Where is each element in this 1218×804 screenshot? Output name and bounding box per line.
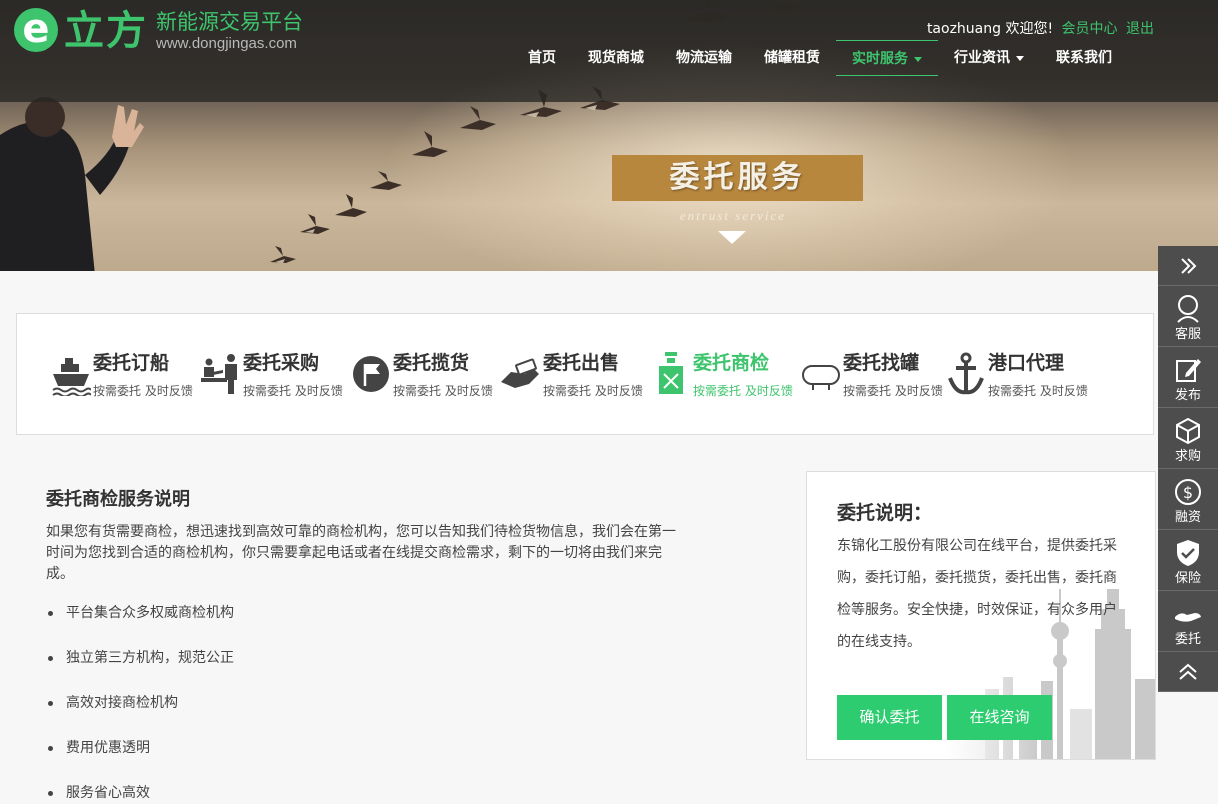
- nav-item-industry-news[interactable]: 行业资讯: [938, 40, 1040, 76]
- toolbar-label: 发布: [1174, 388, 1201, 403]
- service-desc: 按需委托 及时反馈: [93, 384, 193, 398]
- logo-name: 立方: [64, 8, 148, 54]
- shield-check-icon: [1177, 540, 1199, 566]
- down-arrow-icon: [718, 231, 746, 244]
- section-intro: 如果您有货需要商检，想迅速找到高效可靠的商检机构，您可以告知我们待检货物信息，我…: [46, 524, 676, 582]
- card-body: 东锦化工股份有限公司在线平台，提供委托采购，委托订船，委托揽货，委托出售，委托商…: [837, 538, 1117, 650]
- collapse-icon: [1181, 258, 1197, 274]
- nav-item-logistics[interactable]: 物流运输: [660, 40, 748, 76]
- logo-url: www.dongjingas.com: [156, 35, 297, 52]
- nav-item-realtime-service[interactable]: 实时服务: [836, 40, 938, 76]
- tank-icon: [802, 365, 840, 390]
- service-tab-port-agency[interactable]: 港口代理 按需委托 及时反馈: [946, 348, 1106, 408]
- list-item: 独立第三方机构，规范公正: [46, 648, 234, 693]
- confirm-entrust-button[interactable]: 确认委托: [837, 695, 942, 740]
- anchor-icon: [948, 352, 984, 395]
- username: taozhuang: [926, 21, 1002, 37]
- service-desc: 按需委托 及时反馈: [243, 384, 343, 398]
- list-item: 高效对接商检机构: [46, 693, 234, 738]
- nav-item-contact[interactable]: 联系我们: [1040, 40, 1128, 76]
- nav-item-spot-mall[interactable]: 现货商城: [572, 40, 660, 76]
- entrust-info-card: 委托说明： 东锦化工股份有限公司在线平台，提供委托采购，委托订船，委托揽货，委托…: [806, 471, 1156, 760]
- svg-text:$: $: [1183, 483, 1193, 502]
- service-name: 港口代理: [988, 352, 1065, 374]
- list-item: 服务省心高效: [46, 783, 234, 804]
- banner-subtitle: entrust service: [679, 208, 787, 223]
- service-tabs: 委托订船 按需委托 及时反馈 委托采购 按需委托 及时反馈 委托揽货 按需委托 …: [16, 313, 1154, 435]
- nav-item-tank-leasing[interactable]: 储罐租赁: [748, 40, 836, 76]
- service-tab-find-tank[interactable]: 委托找罐 按需委托 及时反馈: [801, 348, 951, 408]
- floating-toolbar: 客服 发布 求购 $ 融资 保险 委托: [1158, 246, 1218, 692]
- toolbar-entrust[interactable]: 委托: [1158, 591, 1218, 652]
- nav-label: 实时服务: [852, 51, 908, 67]
- toolbar-purchase-request[interactable]: 求购: [1158, 408, 1218, 469]
- service-tab-inspection[interactable]: 委托商检 按需委托 及时反馈: [651, 348, 801, 408]
- toolbar-label: 委托: [1174, 632, 1201, 647]
- service-desc: 按需委托 及时反馈: [393, 384, 493, 398]
- hero-banner: e 立方 新能源交易平台 www.dongjingas.com taozhuan…: [0, 0, 1218, 271]
- logo-tagline: 新能源交易平台: [156, 10, 303, 34]
- list-item: 费用优惠透明: [46, 738, 234, 783]
- service-desc: 按需委托 及时反馈: [843, 384, 943, 398]
- toolbar-label: 保险: [1174, 571, 1201, 586]
- inspection-icon: [659, 352, 683, 394]
- list-item: 平台集合众多权威商检机构: [46, 603, 234, 648]
- toolbar-insurance[interactable]: 保险: [1158, 530, 1218, 591]
- section-title: 委托商检服务说明: [46, 489, 190, 510]
- service-name: 委托找罐: [843, 352, 920, 374]
- sale-icon: [501, 358, 539, 388]
- nav-label: 物流运输: [676, 50, 732, 66]
- back-to-top-button[interactable]: [1158, 652, 1218, 692]
- feature-list: 平台集合众多权威商检机构 独立第三方机构，规范公正 高效对接商检机构 费用优惠透…: [46, 603, 234, 804]
- toolbar-collapse-button[interactable]: [1158, 246, 1218, 286]
- member-center-link[interactable]: 会员中心: [1062, 21, 1118, 37]
- service-name: 委托出售: [543, 352, 620, 374]
- service-tab-purchase[interactable]: 委托采购 按需委托 及时反馈: [201, 348, 351, 408]
- nav-item-home[interactable]: 首页: [512, 40, 572, 76]
- chevron-down-icon: [1016, 55, 1024, 61]
- toolbar-publish[interactable]: 发布: [1158, 347, 1218, 408]
- toolbar-label: 融资: [1174, 510, 1201, 525]
- logo-mark: e: [14, 8, 58, 52]
- service-tab-cargo-canvassing[interactable]: 委托揽货 按需委托 及时反馈: [351, 348, 501, 408]
- nav-label: 现货商城: [588, 50, 644, 66]
- customer-service-icon: [1177, 295, 1199, 323]
- purchase-icon: [201, 354, 237, 394]
- main-nav: 首页 现货商城 物流运输 储罐租赁 实时服务 行业资讯 联系我们: [512, 40, 1128, 76]
- service-desc: 按需委托 及时反馈: [693, 384, 793, 398]
- service-desc: 按需委托 及时反馈: [543, 384, 643, 398]
- flag-icon: [353, 356, 389, 392]
- nav-label: 联系我们: [1056, 50, 1112, 66]
- toolbar-label: 求购: [1174, 449, 1201, 464]
- nav-label: 储罐租赁: [764, 50, 820, 66]
- service-tab-sale[interactable]: 委托出售 按需委托 及时反馈: [501, 348, 651, 408]
- service-name: 委托商检: [693, 352, 770, 374]
- back-to-top-icon: [1179, 663, 1197, 680]
- service-desc: 按需委托 及时反馈: [988, 384, 1088, 398]
- card-title: 委托说明：: [837, 502, 933, 524]
- site-logo[interactable]: e 立方 新能源交易平台 www.dongjingas.com: [14, 8, 303, 54]
- ship-icon: [52, 358, 91, 396]
- toolbar-customer-service[interactable]: 客服: [1158, 286, 1218, 347]
- toolbar-financing[interactable]: $ 融资: [1158, 469, 1218, 530]
- service-name: 委托采购: [243, 352, 320, 374]
- online-consult-button[interactable]: 在线咨询: [947, 695, 1052, 740]
- chevron-down-icon: [914, 56, 922, 62]
- nav-label: 行业资讯: [954, 50, 1010, 66]
- toolbar-label: 客服: [1174, 327, 1201, 342]
- welcome-text: 欢迎您!: [1005, 21, 1054, 37]
- publish-icon: [1176, 359, 1201, 382]
- logout-link[interactable]: 退出: [1126, 21, 1154, 37]
- banner-title: 委托服务: [612, 155, 863, 201]
- box-icon: [1176, 417, 1200, 445]
- logo-tagline-block: 新能源交易平台 www.dongjingas.com: [156, 10, 303, 54]
- service-name: 委托订船: [93, 352, 170, 374]
- nav-label: 首页: [528, 50, 556, 66]
- handshake-icon: [1175, 613, 1201, 622]
- user-bar: taozhuang 欢迎您! 会员中心 退出: [927, 18, 1154, 38]
- dollar-icon: $: [1175, 479, 1201, 505]
- service-name: 委托揽货: [393, 352, 470, 374]
- service-tab-ship-booking[interactable]: 委托订船 按需委托 及时反馈: [51, 348, 201, 408]
